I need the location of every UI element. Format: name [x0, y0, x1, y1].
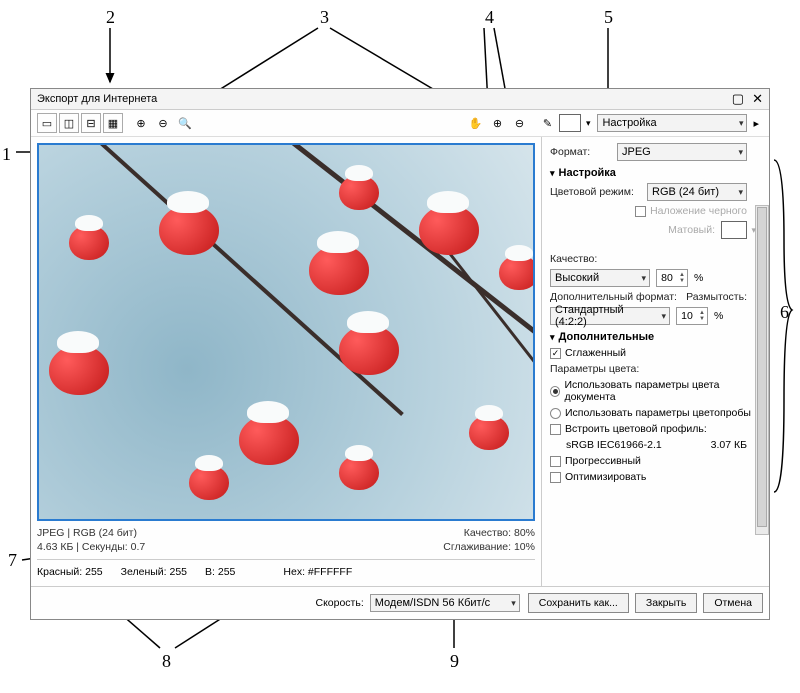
embed-profile-check[interactable]: Встроить цветовой профиль:	[550, 423, 707, 435]
info-smoothing: Сглаживание: 10%	[443, 541, 535, 553]
colormode-select[interactable]: RGB (24 бит)	[647, 183, 747, 201]
quality-label: Качество:	[550, 253, 597, 265]
colormode-label: Цветовой режим:	[550, 186, 634, 198]
section-advanced[interactable]: Дополнительные	[550, 331, 761, 343]
eyedropper-icon[interactable]: ✎	[537, 113, 557, 133]
zoom-out-icon[interactable]: ⊖	[153, 113, 173, 133]
format-label: Формат:	[550, 146, 590, 158]
quality-spinner[interactable]: 80 ▲▼	[656, 269, 688, 287]
view-single-icon[interactable]: ▭	[37, 113, 57, 133]
toolbar: ▭ ◫ ⊟ ▦ ⊕ ⊖ 🔍 ✋ ⊕ ⊖ ✎ Настройка ▸	[31, 110, 769, 137]
pan-hand-icon[interactable]: ✋	[465, 113, 485, 133]
callout-8: 8	[162, 651, 171, 672]
callout-6: 6	[780, 302, 789, 323]
titlebar: Экспорт для Интернета ▢ ✕	[31, 89, 769, 110]
minimize-button[interactable]: ▢	[732, 91, 744, 107]
color-readout: Красный: 255 Зеленый: 255 B: 255 Hex: #F…	[37, 559, 535, 580]
profile-size: 3.07 КБ	[711, 439, 747, 451]
settings-panel: Формат: JPEG Настройка Цветовой режим: R…	[541, 137, 769, 586]
profile-name: sRGB IEC61966-2.1	[566, 439, 662, 451]
speed-label: Скорость:	[315, 597, 363, 609]
optimize-check[interactable]: Оптимизировать	[550, 471, 646, 483]
export-dialog: Экспорт для Интернета ▢ ✕ ▭ ◫ ⊟ ▦ ⊕ ⊖ 🔍 …	[30, 88, 770, 620]
callout-7: 7	[8, 550, 17, 571]
subformat-label: Дополнительный формат:	[550, 291, 677, 303]
preset-menu-caret[interactable]: ▸	[749, 115, 763, 132]
callout-5: 5	[604, 7, 613, 28]
view-split-h-icon[interactable]: ⊟	[81, 113, 101, 133]
blur-spinner[interactable]: 10 ▲▼	[676, 307, 708, 325]
zoom-in2-icon[interactable]: ⊕	[487, 113, 507, 133]
zoom-out2-icon[interactable]: ⊖	[509, 113, 529, 133]
callout-3: 3	[320, 7, 329, 28]
subformat-select[interactable]: Стандартный (4:2:2)	[550, 307, 670, 325]
matte-label: Матовый:	[668, 224, 715, 236]
view-quad-icon[interactable]: ▦	[103, 113, 123, 133]
section-settings[interactable]: Настройка	[550, 167, 761, 179]
use-proof-radio[interactable]: Использовать параметры цветопробы	[550, 407, 751, 419]
preview-info: JPEG | RGB (24 бит) 4.63 КБ | Секунды: 0…	[37, 521, 535, 553]
preset-select-label: Настройка	[602, 117, 656, 129]
overlay-black-check: Наложение черного	[635, 205, 747, 217]
preview-column: JPEG | RGB (24 бит) 4.63 КБ | Секунды: 0…	[31, 137, 541, 586]
format-select[interactable]: JPEG	[617, 143, 747, 161]
zoom-in-icon[interactable]: ⊕	[131, 113, 151, 133]
close-x-button[interactable]: ✕	[752, 91, 763, 107]
callout-4: 4	[485, 7, 494, 28]
antialiased-check[interactable]: ✓Сглаженный	[550, 347, 626, 359]
matte-color-chip	[721, 221, 747, 239]
save-as-button[interactable]: Сохранить как...	[528, 593, 629, 613]
info-size-time: 4.63 КБ | Секунды: 0.7	[37, 541, 145, 553]
zoom-fit-icon[interactable]: 🔍	[175, 113, 195, 133]
use-doc-radio[interactable]: Использовать параметры цвета документа	[550, 379, 761, 403]
settings-scrollbar[interactable]	[755, 205, 769, 535]
blur-label: Размытость:	[686, 291, 747, 303]
close-button[interactable]: Закрыть	[635, 593, 697, 613]
progressive-check[interactable]: Прогрессивный	[550, 455, 641, 467]
info-mode: JPEG | RGB (24 бит)	[37, 527, 145, 539]
speed-select[interactable]: Модем/ISDN 56 Кбит/с	[370, 594, 520, 612]
colorparams-label: Параметры цвета:	[550, 363, 639, 375]
preset-select[interactable]: Настройка	[597, 114, 747, 132]
picked-color-chip[interactable]	[559, 114, 581, 132]
callout-2: 2	[106, 7, 115, 28]
callout-1: 1	[2, 144, 11, 165]
cancel-button[interactable]: Отмена	[703, 593, 763, 613]
dialog-title: Экспорт для Интернета	[37, 93, 157, 105]
callout-9: 9	[450, 651, 459, 672]
preview-image[interactable]	[37, 143, 535, 521]
view-split-v-icon[interactable]: ◫	[59, 113, 79, 133]
quality-preset-select[interactable]: Высокий	[550, 269, 650, 287]
info-quality: Качество: 80%	[443, 527, 535, 539]
dialog-footer: Скорость: Модем/ISDN 56 Кбит/с Сохранить…	[31, 586, 769, 619]
